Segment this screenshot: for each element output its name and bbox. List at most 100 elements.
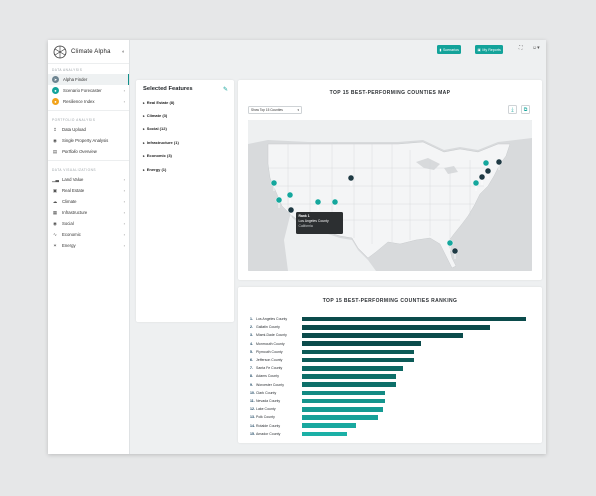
shield-icon: ●: [52, 98, 59, 105]
ranking-row[interactable]: 12. Lake County: [250, 406, 298, 412]
sidebar-item-climate[interactable]: ☁ Climate ›: [48, 196, 129, 207]
ranking-bar[interactable]: [302, 341, 421, 346]
feature-group-infrastructure[interactable]: ▸ Infrastructure (1): [143, 140, 179, 145]
download-icon[interactable]: ⤓: [508, 105, 517, 114]
sidebar-item-infrastructure[interactable]: ▦ Infrastructure ›: [48, 207, 129, 218]
sidebar-item-scenario-forecaster[interactable]: ● Scenario Forecaster ›: [48, 85, 129, 96]
section-data-analysis: Data Analysis: [52, 68, 83, 72]
sidebar-item-economic[interactable]: ∿ Economic ›: [48, 229, 129, 240]
feature-group-economic[interactable]: ▸ Economic (3): [143, 153, 172, 158]
ranking-row[interactable]: 5. Plymouth County: [250, 349, 298, 355]
sidebar-item-label: Energy: [62, 243, 76, 248]
ranking-row[interactable]: 11. Nevada County: [250, 398, 298, 404]
us-map-svg: [248, 120, 532, 271]
feature-group-label: Real Estate (8): [146, 100, 175, 105]
ranking-bar[interactable]: [302, 333, 464, 338]
ranking-bar[interactable]: [302, 349, 414, 355]
forecast-icon: ●: [52, 87, 59, 94]
sidebar-item-label: Land Value: [62, 177, 84, 182]
ranking-row[interactable]: 2. Gallatin County: [250, 324, 298, 330]
sidebar-item-resilience-index[interactable]: ● Resilience Index ›: [48, 96, 129, 107]
scenarios-icon: ▮: [439, 47, 442, 52]
ranking-bar[interactable]: [302, 398, 385, 404]
county-name: Rotalde County: [256, 423, 281, 428]
upload-icon: ↥: [53, 126, 57, 132]
scenarios-button[interactable]: ▮ Scenarios: [437, 45, 462, 54]
ranking-row[interactable]: 14. Rotalde County: [250, 423, 298, 429]
chevron-right-icon: ›: [123, 243, 125, 248]
ranking-row[interactable]: 15. Amador County: [250, 431, 298, 437]
sidebar-item-land-value[interactable]: ▁▃ Land Value ›: [48, 174, 129, 185]
county-name: Monmouth County: [256, 341, 285, 346]
trend-icon: ∿: [53, 231, 57, 237]
ranking-bar[interactable]: [302, 366, 403, 371]
cloud-icon: ☁: [52, 198, 58, 204]
county-name: Los Angeles County: [256, 317, 288, 321]
selected-features-panel: Selected Features ✎ ▸ Real Estate (8) ▸ Cl…: [136, 80, 234, 322]
sidebar-item-social[interactable]: ◉ Social ›: [48, 218, 129, 229]
sidebar-item-real-estate[interactable]: ▣ Real Estate ›: [48, 185, 129, 196]
edit-pencil-icon[interactable]: ✎: [223, 86, 228, 93]
feature-group-social[interactable]: ▸ Social (12): [143, 126, 167, 131]
my-reports-button[interactable]: ▣ My Reports: [475, 45, 504, 54]
ranking-bar[interactable]: [302, 325, 491, 330]
tooltip-state: California: [298, 224, 313, 228]
ranking-row[interactable]: 10. Clark County: [250, 390, 298, 396]
map-tooltip: Rank 1 Los Angeles County California: [296, 212, 343, 234]
sidebar-item-energy[interactable]: ✶ Energy ›: [48, 240, 129, 251]
chevron-right-icon: ›: [123, 88, 125, 93]
caret-right-icon: ▸: [143, 154, 145, 158]
collapse-sidebar-icon[interactable]: ◐: [122, 49, 125, 55]
ranking-bar[interactable]: [302, 423, 356, 428]
ranking-bar[interactable]: [302, 415, 379, 420]
top-bar: ▮ Scenarios ▣ My Reports ⛶ ☺▾: [130, 40, 546, 58]
sidebar-item-data-upload[interactable]: ↥ Data Upload: [48, 124, 129, 135]
ranking-bar[interactable]: [302, 374, 397, 379]
chevron-right-icon: ›: [123, 232, 125, 237]
fullscreen-icon[interactable]: ⛶: [519, 45, 523, 51]
ranking-row[interactable]: 1. Los Angeles County: [250, 316, 298, 322]
feature-group-climate[interactable]: ▸ Climate (3): [143, 113, 167, 118]
county-name: Santa Fe County: [256, 366, 283, 371]
copy-icon[interactable]: ⧉: [521, 105, 530, 114]
caret-right-icon: ▸: [143, 127, 145, 131]
selected-features-title: Selected Features: [143, 86, 193, 92]
ranking-title: TOP 15 BEST-PERFORMING COUNTIES RANKING: [322, 298, 458, 304]
sidebar-item-label: Portfolio Overview: [62, 149, 97, 154]
app-title: Climate Alpha: [71, 48, 111, 55]
caret-right-icon: ▸: [143, 114, 145, 118]
ranking-bar[interactable]: [302, 316, 526, 322]
ranking-row[interactable]: 8. Adams County: [250, 373, 298, 379]
sidebar-item-label: Infrastructure: [62, 210, 88, 215]
chevron-right-icon: ›: [123, 99, 125, 104]
my-reports-button-label: My Reports: [482, 47, 501, 52]
ranking-row[interactable]: 7. Santa Fe County: [250, 365, 298, 371]
ranking-row[interactable]: 6. Jefferson County: [250, 357, 298, 363]
divider: [48, 160, 129, 161]
chevron-right-icon: ›: [123, 188, 125, 193]
user-menu-icon[interactable]: ☺▾: [532, 45, 540, 51]
ranking-bar[interactable]: [302, 357, 414, 363]
feature-group-energy[interactable]: ▸ Energy (1): [143, 167, 166, 172]
ranking-bar[interactable]: [302, 407, 383, 412]
sidebar-item-portfolio-overview[interactable]: ▤ Portfolio Overview: [48, 146, 129, 157]
chevron-right-icon: ›: [123, 177, 125, 182]
sidebar-item-single-property-analysis[interactable]: ◉ Single Property Analysis: [48, 135, 129, 146]
county-name: Polk County: [256, 415, 275, 420]
sidebar-item-alpha-finder[interactable]: ➤ Alpha Finder: [48, 74, 129, 85]
ranking-bar[interactable]: [302, 382, 397, 387]
ranking-row[interactable]: 3. Miami-Dade County: [250, 332, 298, 338]
ranking-row[interactable]: 4. Monmouth County: [250, 341, 298, 347]
sidebar-item-label: Data Upload: [62, 127, 86, 132]
brand-header: Climate Alpha ◐: [48, 40, 129, 64]
ranking-row[interactable]: 9. Worcester County: [250, 382, 298, 388]
ranking-bar[interactable]: [302, 431, 347, 437]
chevron-right-icon: ›: [123, 210, 125, 215]
top-counties-select[interactable]: Show Top 15 Counties ▾: [248, 106, 302, 114]
ranking-bar[interactable]: [302, 390, 385, 396]
feature-group-label: Infrastructure (1): [146, 140, 179, 145]
county-name: Nevada County: [256, 399, 281, 403]
us-map[interactable]: Rank 1 Los Angeles County California: [248, 120, 532, 271]
feature-group-real-estate[interactable]: ▸ Real Estate (8): [143, 100, 174, 105]
ranking-row[interactable]: 13. Polk County: [250, 414, 298, 420]
